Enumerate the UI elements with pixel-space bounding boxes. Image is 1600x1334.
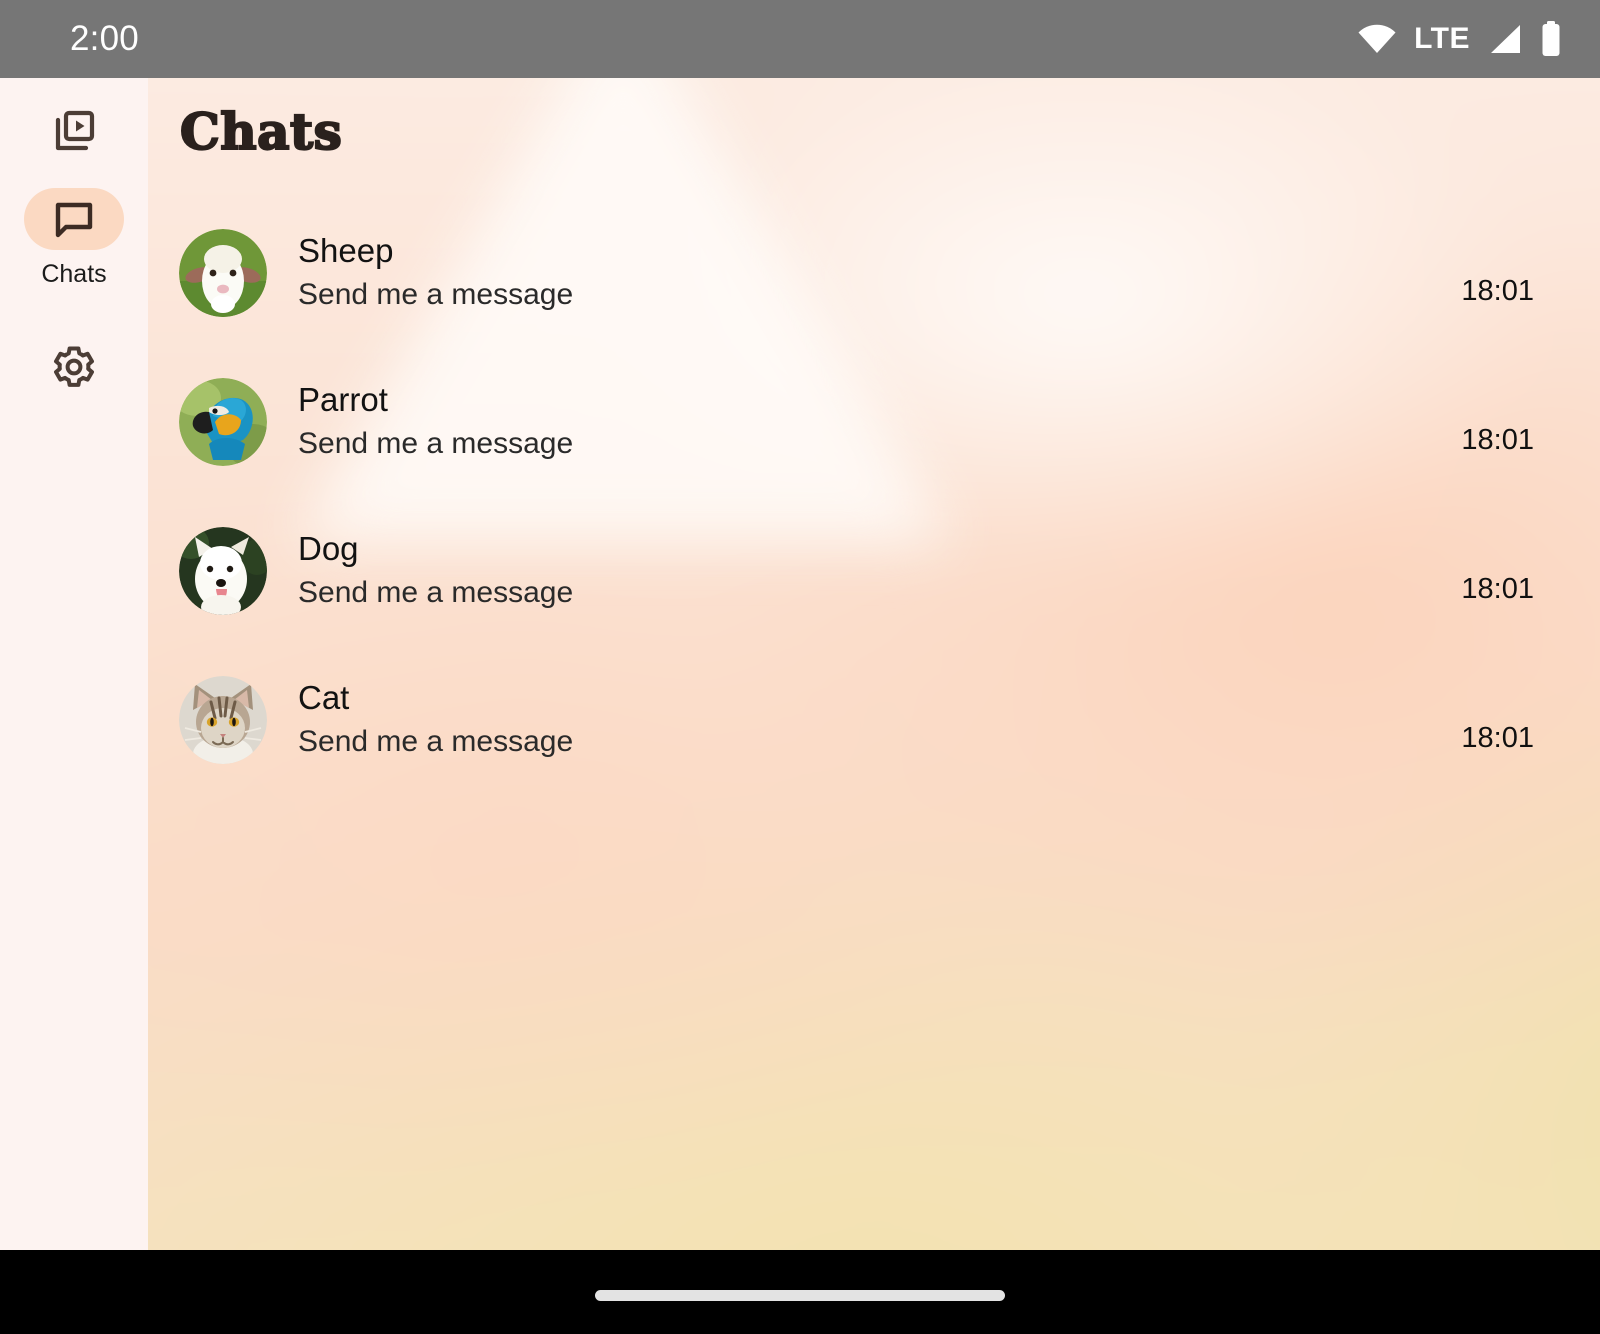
cellular-signal-icon — [1487, 23, 1523, 55]
chat-item-texts: Sheep Send me a message — [298, 232, 1461, 312]
chat-item-preview: Send me a message — [298, 427, 574, 461]
page-title: Chats — [179, 101, 343, 162]
sidebar-item-video-library-iconbox — [24, 100, 124, 162]
chat-item-timestamp: 18:01 — [1461, 573, 1534, 605]
sidebar-item-settings[interactable] — [0, 336, 148, 408]
cat-avatar — [179, 675, 267, 764]
parrot-avatar — [179, 377, 267, 466]
status-icon-group: LTE — [1357, 21, 1562, 57]
chat-item-name: Sheep — [298, 232, 394, 270]
home-indicator[interactable] — [595, 1289, 1005, 1301]
dog-avatar — [179, 526, 267, 615]
video-library-icon — [50, 107, 98, 155]
chat-item-name: Dog — [298, 530, 359, 568]
chat-item-texts: Dog Send me a message — [298, 530, 1461, 610]
chat-item-name: Cat — [298, 679, 350, 717]
chat-item-preview: Send me a message — [298, 278, 574, 312]
chat-list-item-sheep[interactable]: Sheep Send me a message 18:01 — [148, 198, 1600, 347]
chat-item-timestamp: 18:01 — [1461, 424, 1534, 456]
chat-item-timestamp: 18:01 — [1461, 722, 1534, 754]
sheep-avatar — [179, 228, 267, 317]
chat-bubble-icon — [51, 196, 97, 242]
screen-body: Chats Chats Sheep Send me a message 18:0… — [0, 78, 1600, 1250]
system-navigation-bar — [0, 1250, 1600, 1334]
chat-list-item-dog[interactable]: Dog Send me a message 18:01 — [148, 496, 1600, 645]
sidebar-item-video-library[interactable] — [0, 100, 148, 172]
gear-icon — [50, 343, 98, 391]
sidebar-item-chats[interactable]: Chats — [0, 188, 148, 289]
status-clock: 2:00 — [70, 19, 139, 58]
chat-item-preview: Send me a message — [298, 725, 574, 759]
chat-item-preview: Send me a message — [298, 576, 574, 610]
chat-list-item-parrot[interactable]: Parrot Send me a message 18:01 — [148, 347, 1600, 496]
status-bar: 2:00 LTE — [0, 0, 1600, 78]
chat-item-timestamp: 18:01 — [1461, 275, 1534, 307]
main-panel: Chats Sheep Send me a message 18:01 Parr… — [148, 78, 1600, 1250]
chat-list: Sheep Send me a message 18:01 Parrot Sen… — [148, 198, 1600, 794]
sidebar-item-settings-iconbox — [24, 336, 124, 398]
sidebar-nav-rail: Chats — [0, 78, 148, 1250]
network-type-label: LTE — [1414, 22, 1470, 55]
sidebar-item-chats-iconbox — [24, 188, 124, 250]
chat-list-item-cat[interactable]: Cat Send me a message 18:01 — [148, 645, 1600, 794]
chat-item-texts: Cat Send me a message — [298, 679, 1461, 759]
app-root: 2:00 LTE Chats Chats Sheep Send me a mes… — [0, 0, 1600, 1334]
wifi-icon — [1357, 24, 1397, 54]
sidebar-item-chats-label: Chats — [41, 260, 107, 288]
chat-item-name: Parrot — [298, 381, 388, 419]
chat-item-texts: Parrot Send me a message — [298, 381, 1461, 461]
battery-icon — [1540, 21, 1562, 57]
